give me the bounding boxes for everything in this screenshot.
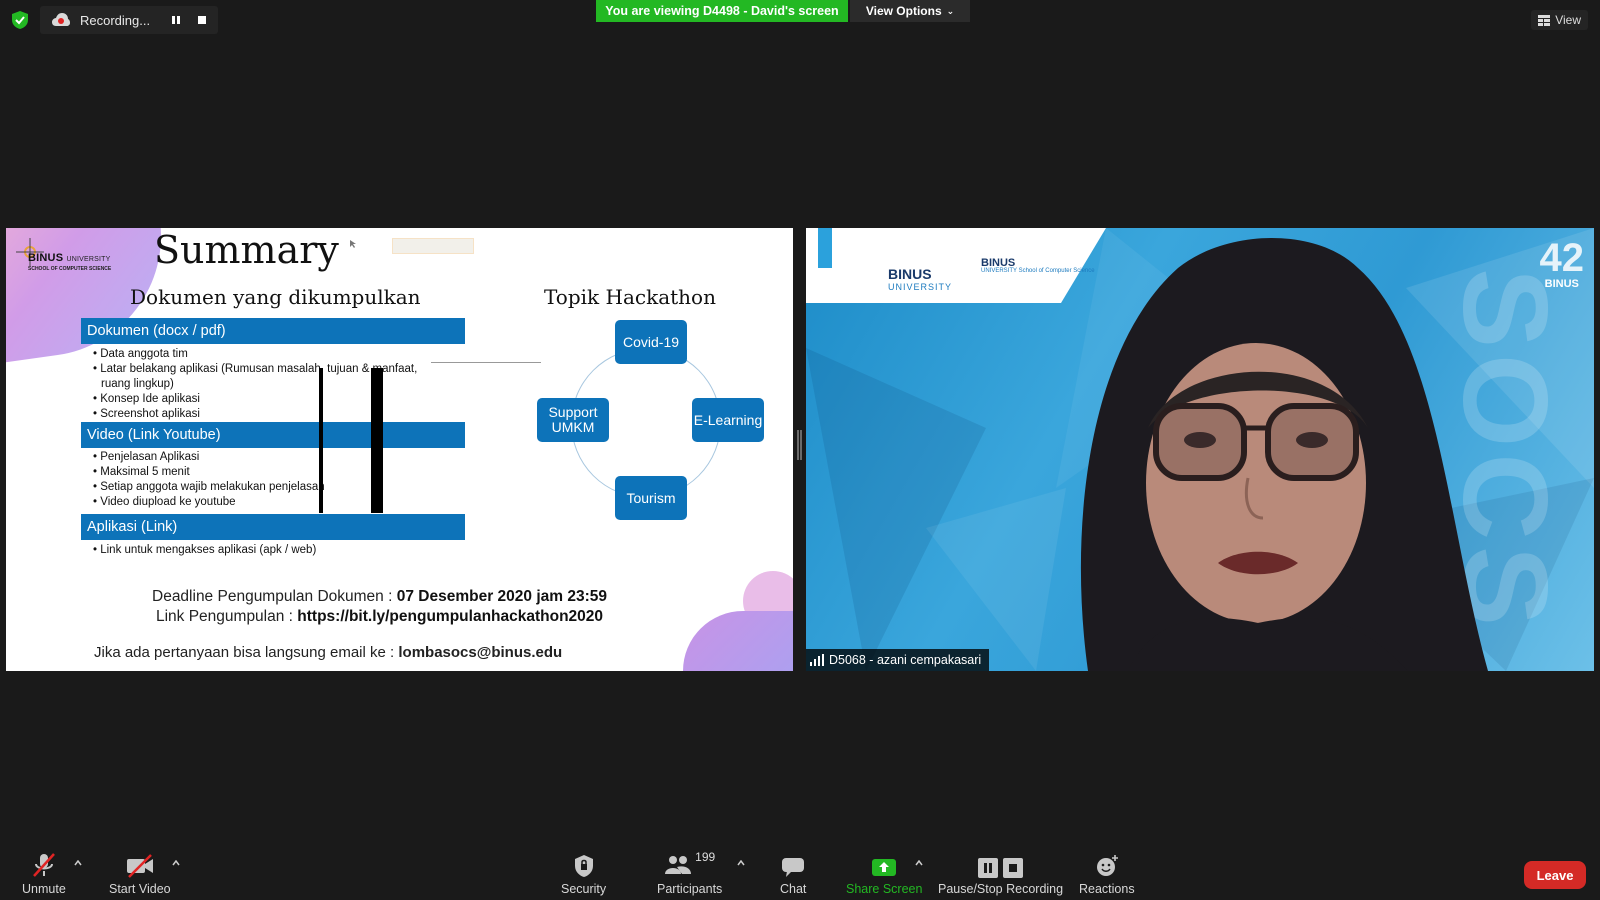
video-options-caret-icon[interactable] [172,860,180,866]
reactions-emoji-icon [1096,855,1118,876]
email-value: lombasocs@binus.edu [398,644,563,661]
list-item: Maksimal 5 menit [93,465,443,480]
link-value: https://bit.ly/pengumpulanhackathon2020 [297,608,604,625]
recording-indicator[interactable]: Recording... [40,6,218,34]
participants-icon [665,856,692,874]
participants-label: Participants [657,882,723,896]
unmute-button[interactable]: Unmute [22,850,66,896]
reactions-label: Reactions [1079,882,1135,896]
topik-heading: Topik Hackathon [544,285,716,309]
video-logo1-brand: BINUS [888,266,932,282]
list-item: Link untuk mengakses aplikasi (apk / web… [93,543,443,558]
stop-recording-icon[interactable] [196,14,208,26]
security-button[interactable]: Security [561,850,606,896]
view-options-button[interactable]: View Options ⌄ [850,0,970,22]
list-item: Data anggota tim [93,347,443,362]
video-banner-strip [818,228,832,268]
panel-splitter-handle[interactable] [797,430,803,460]
link-row: Link Pengumpulan : https://bit.ly/pengum… [6,608,773,626]
participant-name-tag: D5068 - azani cempakasari [806,649,990,671]
participant-person [1080,238,1488,671]
slide-logo-brand: BINUS [28,252,64,264]
recording-label: Recording... [80,12,151,28]
shared-screen-slide: BINUS UNIVERSITY SCHOOL OF COMPUTER SCIE… [6,228,793,671]
annotation-line [431,362,541,363]
share-screen-label: Share Screen [846,882,923,896]
annotation-line [319,368,323,513]
topic-elearning: E-Learning [692,398,764,442]
deadline-label: Deadline Pengumpulan Dokumen : [152,588,397,605]
leave-button[interactable]: Leave [1524,861,1586,889]
dokumen-list: Data anggota tim Latar belakang aplikasi… [93,347,443,422]
section-bar-dokumen: Dokumen (docx / pdf) [81,318,465,344]
list-item: Video diupload ke youtube [93,495,443,510]
security-shield-icon [12,11,28,29]
list-item: Latar belakang aplikasi (Rumusan masalah… [93,362,443,392]
slide-logo: BINUS UNIVERSITY [28,252,111,264]
viewing-screen-banner: You are viewing D4498 - David's screen [596,0,848,22]
audio-options-caret-icon[interactable] [74,860,82,866]
chat-label: Chat [780,882,807,896]
share-screen-icon [872,859,897,876]
email-row: Jika ada pertanyaan bisa langsung email … [94,644,562,661]
share-options-caret-icon[interactable] [915,860,923,866]
pause-icon [978,858,999,878]
view-button[interactable]: View [1531,10,1588,30]
participant-video[interactable]: BINUS UNIVERSITY BINUS UNIVERSITY School… [806,228,1594,671]
video-list: Penjelasan Aplikasi Maksimal 5 menit Set… [93,450,443,510]
slide-title: Summary [154,228,339,272]
grid-view-icon [1538,14,1551,26]
security-shield-icon [574,855,593,877]
participant-name: D5068 - azani cempakasari [829,653,982,667]
video-camera-off-icon [126,854,153,878]
mouse-cursor-icon [350,240,356,248]
pause-recording-icon[interactable] [170,14,182,26]
start-video-button[interactable]: Start Video [109,850,171,896]
share-screen-button[interactable]: Share Screen [846,850,922,896]
topic-covid: Covid-19 [615,320,687,364]
participants-options-caret-icon[interactable] [737,860,745,866]
slide-logo-university: UNIVERSITY [66,256,111,263]
list-item: Penjelasan Aplikasi [93,450,443,465]
link-label: Link Pengumpulan : [155,608,298,625]
slide-artifact [392,238,474,254]
deadline-value: 07 Desember 2020 jam 23:59 [396,588,607,605]
pause-stop-recording-button[interactable]: Pause/Stop Recording [938,850,1063,896]
participants-count: 199 [695,850,716,864]
stop-icon [1003,858,1024,878]
start-video-label: Start Video [109,882,171,896]
microphone-muted-icon [32,853,55,877]
aplikasi-list: Link untuk mengakses aplikasi (apk / web… [93,543,443,558]
email-label: Jika ada pertanyaan bisa langsung email … [94,644,399,661]
unmute-label: Unmute [22,882,66,896]
annotation-line [371,368,383,513]
video-logo-binus: BINUS UNIVERSITY [888,266,952,292]
list-item: Konsep Ide aplikasi [93,392,443,407]
topic-umkm: Support UMKM [537,398,609,442]
chat-button[interactable]: Chat [780,850,806,896]
video-corner-brand: BINUS [1544,278,1579,290]
list-item: Setiap anggota wajib melakukan penjelasa… [93,480,443,495]
signal-strength-icon [810,654,824,666]
cloud-recording-icon [52,13,70,26]
reactions-button[interactable]: Reactions [1079,850,1135,896]
security-label: Security [561,882,607,896]
deadline-row: Deadline Pengumpulan Dokumen : 07 Desemb… [6,588,773,606]
section-bar-aplikasi: Aplikasi (Link) [81,514,465,540]
chat-icon [782,858,805,877]
docs-heading: Dokumen yang dikumpulkan [130,285,421,309]
pause-stop-recording-label: Pause/Stop Recording [938,882,1064,896]
video-logo1-sub: UNIVERSITY [888,282,953,292]
video-corner-logo: 42 BINUS [1540,238,1585,290]
topic-tourism: Tourism [615,476,687,520]
view-label: View [1555,13,1581,27]
slide-logo-school: SCHOOL OF COMPUTER SCIENCE [28,266,112,272]
participants-button[interactable]: 199 Participants [657,850,722,896]
chevron-down-icon: ⌄ [946,5,955,16]
video-corner-number: 42 [1539,236,1585,280]
view-options-label: View Options [865,4,942,18]
list-item: Screenshot aplikasi [93,407,443,422]
section-bar-video: Video (Link Youtube) [81,422,465,448]
